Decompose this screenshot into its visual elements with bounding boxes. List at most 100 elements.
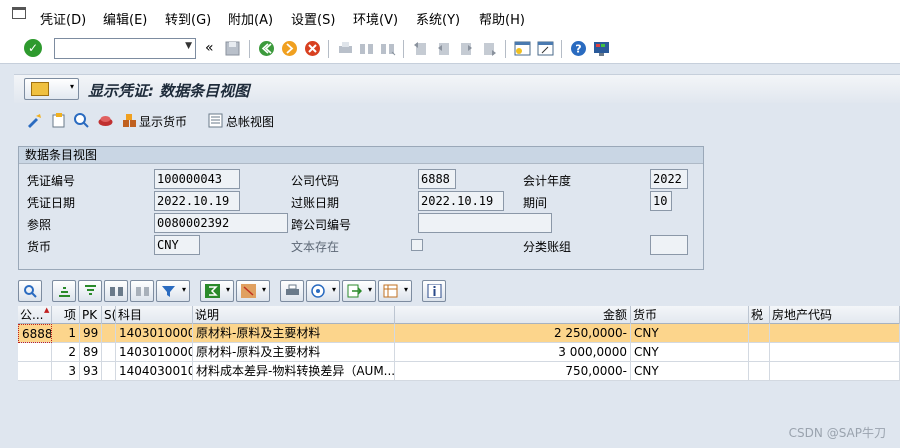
- cell-account: 1404030010: [116, 362, 193, 381]
- enter-check-icon[interactable]: ✓: [24, 39, 42, 57]
- screen-menu-button[interactable]: ▾: [24, 78, 79, 100]
- print-icon[interactable]: [337, 40, 354, 57]
- window-menu-icon[interactable]: [12, 7, 26, 19]
- menu-system[interactable]: 系统(Y): [416, 9, 460, 28]
- find-next-icon[interactable]: [379, 40, 396, 57]
- period-label: 期间: [523, 196, 548, 210]
- cancel-icon[interactable]: [304, 40, 321, 57]
- chevron-down-icon[interactable]: ▼: [185, 41, 192, 51]
- application-toolbar: 显示货币 总帐视图: [14, 104, 900, 138]
- title-bar: ▾ 显示凭证: 数据条目视图: [14, 74, 900, 103]
- shortcut-icon[interactable]: [537, 40, 554, 57]
- table-row[interactable]: 6888 1 99 1403010000 原材料-原料及主要材料 2 250,0…: [18, 324, 900, 343]
- next-page-icon[interactable]: [458, 40, 475, 57]
- cell-special-gl: [102, 362, 116, 381]
- command-field[interactable]: ▼: [54, 38, 196, 59]
- line-items-grid: 公... ▲ 项 PK S( 科目 说明 金额 货币 税 房地产代码 6888 …: [18, 306, 900, 448]
- save-icon[interactable]: [224, 40, 241, 57]
- separator: [328, 40, 329, 58]
- chevron-down-icon: ▾: [367, 285, 372, 294]
- last-page-icon[interactable]: [481, 40, 498, 57]
- table-row[interactable]: 2 89 1403010000 原材料-原料及主要材料 3 000,0000 C…: [18, 343, 900, 362]
- menu-settings[interactable]: 设置(S): [291, 9, 335, 28]
- other-document-icon[interactable]: [50, 112, 67, 129]
- menu-extras[interactable]: 附加(A): [228, 9, 273, 28]
- print-preview-button[interactable]: [280, 280, 304, 302]
- menu-environment[interactable]: 环境(V): [353, 9, 398, 28]
- back-icon[interactable]: [258, 40, 275, 57]
- table-row[interactable]: 3 93 1404030010 材料成本差异-物料转换差异（AUM... 750…: [18, 362, 900, 381]
- cross-company-field[interactable]: [418, 213, 552, 233]
- doc-number-label: 凭证编号: [27, 174, 76, 188]
- company-code-field[interactable]: 6888: [418, 169, 456, 189]
- column-header-real-estate[interactable]: 房地产代码: [770, 306, 900, 324]
- first-page-icon[interactable]: [412, 40, 429, 57]
- history-back-icon[interactable]: «: [205, 40, 214, 56]
- sort-ascending-button[interactable]: [52, 280, 76, 302]
- filter-button[interactable]: ▾: [156, 280, 190, 302]
- previous-page-icon[interactable]: [435, 40, 452, 57]
- exit-icon[interactable]: [281, 40, 298, 57]
- new-session-icon[interactable]: [514, 40, 531, 57]
- sort-descending-button[interactable]: [78, 280, 102, 302]
- export-button[interactable]: ▾: [342, 280, 376, 302]
- layout-button[interactable]: ▾: [378, 280, 412, 302]
- cell-special-gl: [102, 343, 116, 362]
- fiscal-year-field[interactable]: 2022: [650, 169, 688, 189]
- ledger-group-field[interactable]: [650, 235, 688, 255]
- column-header-posting-key[interactable]: PK: [80, 306, 102, 324]
- document-overview-icon[interactable]: [73, 112, 90, 129]
- column-header-account[interactable]: 科目: [116, 306, 193, 324]
- details-button[interactable]: [18, 280, 42, 302]
- column-header-amount[interactable]: 金额: [395, 306, 631, 324]
- currency-field[interactable]: CNY: [154, 235, 200, 255]
- cell-company-code: [18, 362, 52, 381]
- currency-label: 货币: [27, 240, 52, 254]
- help-icon[interactable]: ?: [570, 40, 587, 57]
- menu-document[interactable]: 凭证(D): [40, 9, 86, 28]
- cell-amount: 750,0000-: [395, 362, 631, 381]
- views-button[interactable]: ▾: [306, 280, 340, 302]
- cell-tax: [749, 343, 770, 362]
- posting-date-field[interactable]: 2022.10.19: [418, 191, 504, 211]
- display-currency-button[interactable]: 显示货币: [139, 113, 187, 130]
- subtotal-button[interactable]: ▾: [236, 280, 270, 302]
- column-header-special-gl[interactable]: S(: [102, 306, 116, 324]
- details-icon: [24, 285, 37, 298]
- cell-currency: CNY: [631, 343, 749, 362]
- column-header-tax[interactable]: 税: [749, 306, 770, 324]
- doc-number-field[interactable]: 100000043: [154, 169, 240, 189]
- column-header-currency[interactable]: 货币: [631, 306, 749, 324]
- display-change-icon[interactable]: [26, 112, 43, 129]
- menu-goto[interactable]: 转到(G): [165, 9, 211, 28]
- menu-icon: [31, 82, 49, 96]
- menu-help[interactable]: 帮助(H): [479, 9, 525, 28]
- cell-company-code[interactable]: 6888: [18, 324, 52, 343]
- fast-data-entry-icon[interactable]: [97, 112, 114, 129]
- menu-edit[interactable]: 编辑(E): [103, 9, 147, 28]
- layout-menu-icon[interactable]: [593, 40, 610, 57]
- column-header-item[interactable]: 项: [52, 306, 80, 324]
- export-icon: [347, 284, 362, 298]
- separator: [249, 40, 250, 58]
- find-next-button[interactable]: [130, 280, 154, 302]
- period-field[interactable]: 10: [650, 191, 672, 211]
- total-button[interactable]: ▾: [200, 280, 234, 302]
- info-button[interactable]: [422, 280, 446, 302]
- find-icon[interactable]: [358, 40, 375, 57]
- printer-icon: [286, 284, 299, 295]
- cell-currency: CNY: [631, 362, 749, 381]
- find-button[interactable]: [104, 280, 128, 302]
- cell-item: 2: [52, 343, 80, 362]
- cell-account: 1403010000: [116, 343, 193, 362]
- display-currency-icon[interactable]: [121, 112, 138, 129]
- general-ledger-view-button[interactable]: 总帐视图: [226, 113, 274, 130]
- grid-header: 公... ▲ 项 PK S( 科目 说明 金额 货币 税 房地产代码: [18, 306, 900, 324]
- doc-date-field[interactable]: 2022.10.19: [154, 191, 240, 211]
- column-header-description[interactable]: 说明: [193, 306, 395, 324]
- text-exists-checkbox[interactable]: [411, 239, 423, 251]
- cross-company-label: 跨公司编号: [291, 218, 352, 232]
- reference-field[interactable]: 0080002392: [154, 213, 288, 233]
- general-ledger-view-icon[interactable]: [207, 112, 224, 129]
- system-toolbar: ✓ ▼ « ?: [0, 34, 900, 64]
